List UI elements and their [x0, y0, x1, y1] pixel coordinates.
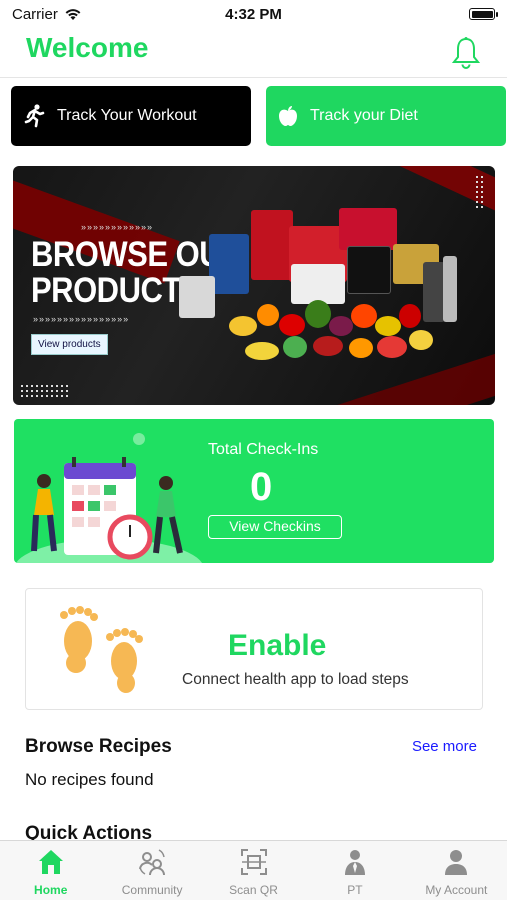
checkins-card: Total Check-Ins 0 View Checkins — [14, 419, 494, 563]
running-person-icon — [24, 104, 45, 128]
apple-icon — [279, 106, 297, 126]
tab-scan-qr-label: Scan QR — [229, 883, 278, 897]
tab-my-account-label: My Account — [425, 883, 488, 897]
notification-bell-icon[interactable] — [451, 36, 481, 70]
account-icon — [445, 850, 468, 875]
view-checkins-button[interactable]: View Checkins — [208, 515, 342, 539]
footprints-icon — [60, 606, 143, 693]
tab-community-label: Community — [121, 883, 183, 897]
page-title: Welcome — [26, 32, 149, 63]
community-icon — [139, 849, 166, 876]
tab-scan-qr[interactable]: Scan QR — [203, 841, 304, 900]
calendar-people-illustration — [15, 433, 203, 563]
steps-subtitle: Connect health app to load steps — [182, 671, 409, 688]
track-buttons: Track Your Workout Track your Diet — [11, 86, 507, 146]
wifi-icon — [65, 9, 81, 20]
carrier-info: Carrier — [12, 6, 82, 23]
steps-enable-title: Enable — [228, 629, 327, 662]
checkins-count: 0 — [250, 465, 273, 509]
tab-pt[interactable]: PT — [304, 841, 405, 900]
browse-recipes-heading: Browse Recipes — [25, 736, 172, 757]
track-workout-label: Track Your Workout — [57, 107, 197, 124]
checkins-title: Total Check-Ins — [208, 441, 319, 458]
see-more-link[interactable]: See more — [412, 738, 477, 755]
steps-card[interactable]: Enable Connect health app to load steps — [25, 588, 483, 710]
decorative-dots — [21, 385, 68, 397]
status-bar: Carrier 4:32 PM — [0, 0, 507, 28]
browse-products-banner[interactable]: »»»»»»»»»»»» BROWSE OUR PRODUCTS »»»»»»»… — [13, 166, 495, 405]
track-diet-button[interactable]: Track your Diet — [266, 86, 506, 146]
banner-line2: PRODUCTS — [31, 270, 201, 311]
tab-community[interactable]: Community — [101, 841, 202, 900]
personal-trainer-icon — [344, 850, 365, 875]
bottom-tab-bar: Home Community Scan QR PT My Account — [0, 840, 507, 900]
home-icon — [38, 850, 63, 874]
track-diet-label: Track your Diet — [310, 107, 418, 124]
track-workout-button[interactable]: Track Your Workout — [11, 86, 251, 146]
tab-home-label: Home — [34, 883, 68, 897]
carrier-label: Carrier — [12, 5, 58, 23]
decorative-dots — [476, 176, 483, 208]
decorative-arrows: »»»»»»»»»»»» — [81, 222, 154, 232]
tab-my-account[interactable]: My Account — [406, 841, 507, 900]
view-products-button[interactable]: View products — [31, 334, 108, 355]
no-recipes-message: No recipes found — [25, 770, 154, 789]
decorative-arrows: »»»»»»»»»»»»»»»» — [33, 314, 130, 324]
battery-icon — [469, 8, 498, 20]
tab-home[interactable]: Home — [0, 841, 101, 900]
tab-pt-label: PT — [347, 883, 363, 897]
scan-qr-icon — [240, 849, 267, 875]
app-header: Welcome — [0, 30, 507, 78]
